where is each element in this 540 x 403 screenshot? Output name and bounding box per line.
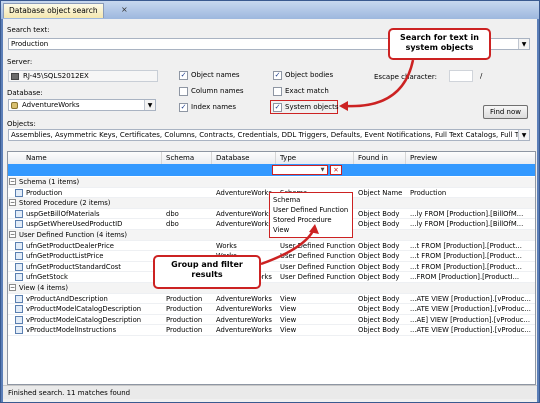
arrow-head-icon bbox=[339, 101, 348, 111]
search-window: Database object search × Search text: Pr… bbox=[0, 0, 540, 403]
arrow-line bbox=[344, 59, 415, 108]
window-title: Database object search bbox=[3, 3, 104, 18]
dialog-body: Search text: Production ▼ Server: RJ-45\… bbox=[3, 19, 537, 402]
status-bar: Finished search. 11 matches found bbox=[3, 385, 537, 399]
close-icon[interactable]: × bbox=[121, 4, 128, 16]
arrow-line bbox=[260, 230, 315, 266]
title-bar: Database object search × bbox=[1, 1, 539, 19]
callout-arrows bbox=[260, 59, 415, 266]
arrow-head-icon bbox=[309, 224, 319, 234]
